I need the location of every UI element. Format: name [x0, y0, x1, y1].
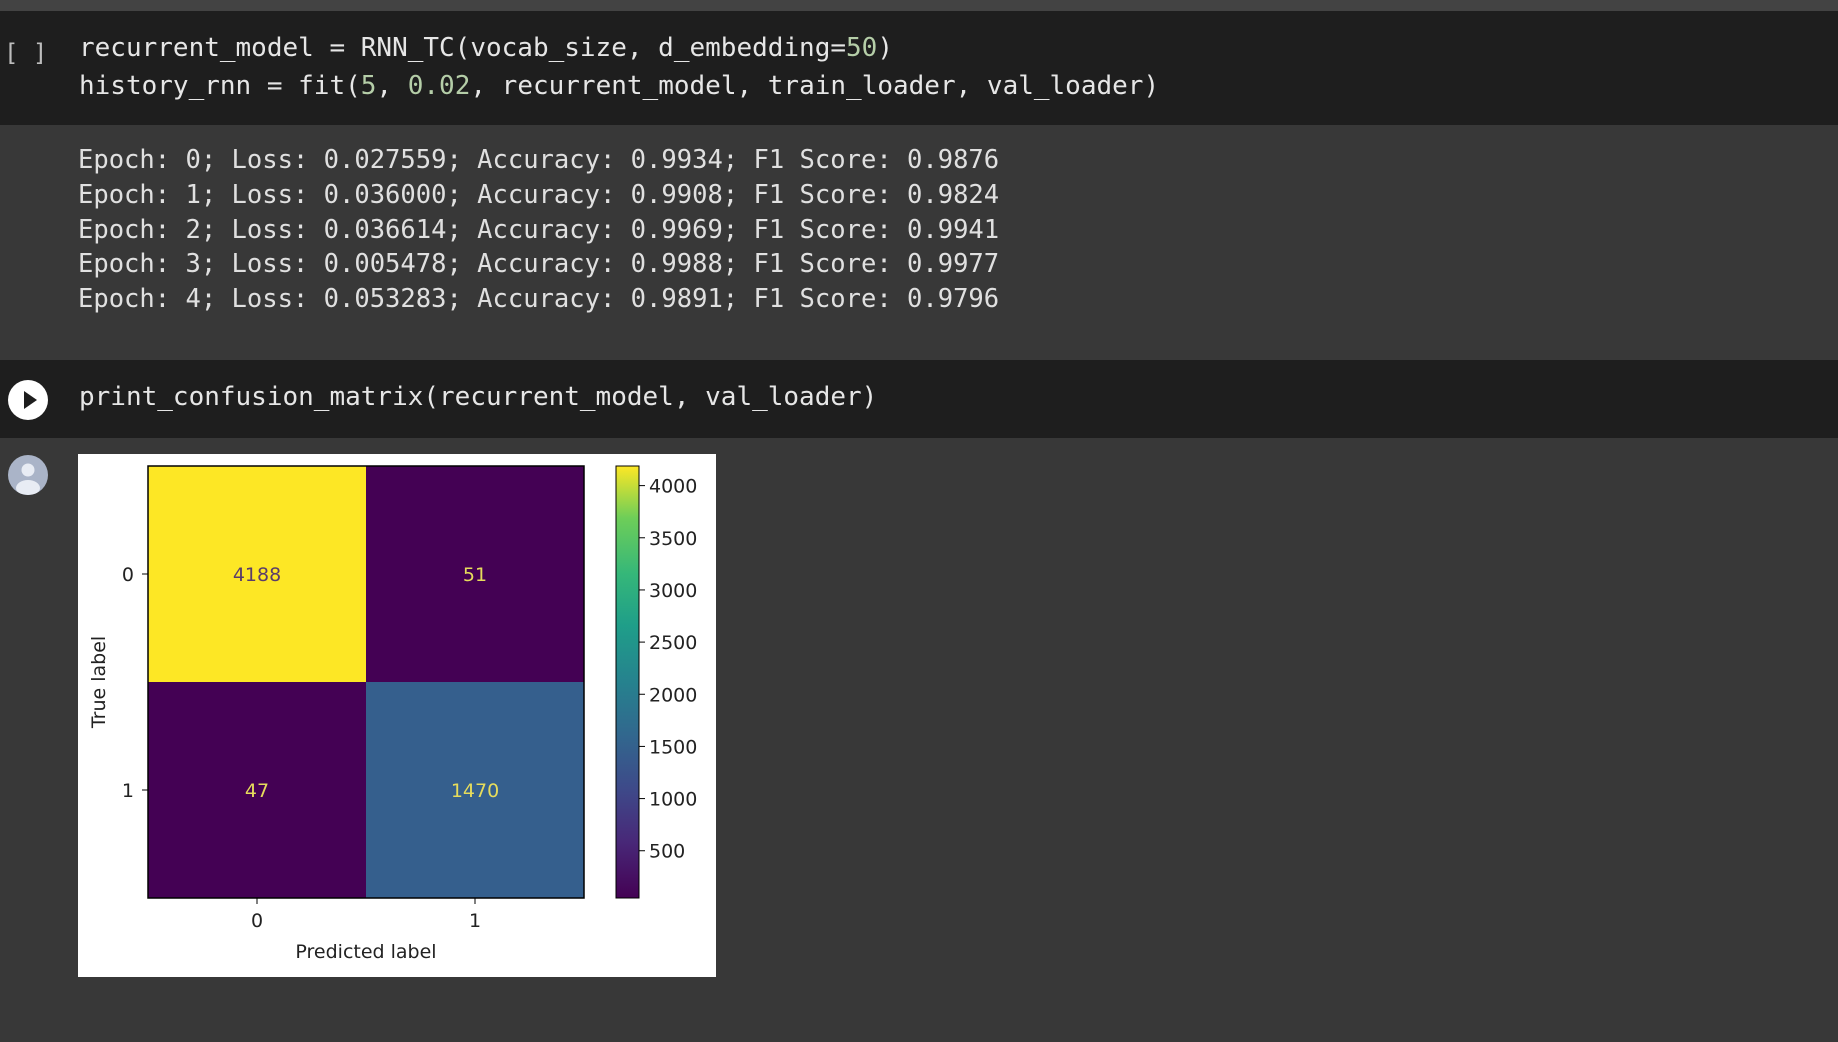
- colorbar: [615, 465, 640, 899]
- cell-value-label: 47: [245, 780, 269, 802]
- play-icon: [24, 391, 37, 409]
- code-line-2[interactable]: history_rnn = fit(5, 0.02, recurrent_mod…: [79, 71, 1159, 101]
- output-line: Epoch: 2; Loss: 0.036614; Accuracy: 0.99…: [78, 215, 1000, 245]
- code-cell-1[interactable]: [ ] recurrent_model = RNN_TC(vocab_size,…: [0, 11, 1838, 125]
- colorbar-tick-label: 2000: [649, 684, 697, 706]
- top-toolbar-strip: [0, 0, 1838, 11]
- code-line-1[interactable]: recurrent_model = RNN_TC(vocab_size, d_e…: [79, 33, 893, 63]
- run-cell-button[interactable]: [8, 380, 48, 420]
- output-line: Epoch: 0; Loss: 0.027559; Accuracy: 0.99…: [78, 145, 1000, 175]
- x-tick-label: 1: [469, 910, 481, 932]
- x-axis-label: Predicted label: [295, 941, 436, 963]
- output-line: Epoch: 1; Loss: 0.036000; Accuracy: 0.99…: [78, 180, 1000, 210]
- y-tick-label: 1: [122, 780, 134, 802]
- cell-value-label: 4188: [233, 564, 281, 586]
- cell-execution-count: [ ]: [4, 39, 48, 67]
- colorbar-tick-label: 1500: [649, 736, 697, 758]
- colorbar-tick-label: 3500: [649, 528, 697, 550]
- colorbar-tick-label: 500: [649, 841, 685, 863]
- output-line: Epoch: 3; Loss: 0.005478; Accuracy: 0.99…: [78, 249, 1000, 279]
- cell-value-label: 51: [463, 564, 487, 586]
- y-tick-label: 0: [122, 564, 134, 586]
- colorbar-tick-label: 4000: [649, 476, 697, 498]
- y-axis-label: True label: [88, 636, 110, 729]
- confusion-matrix-chart: 4188 51 47 1470 0 1 0 1 Predicted label True l…: [88, 465, 697, 963]
- cell-1-output: Epoch: 0; Loss: 0.027559; Accuracy: 0.99…: [0, 125, 1838, 360]
- x-tick-label: 0: [251, 910, 263, 932]
- code-cell-2[interactable]: print_confusion_matrix(recurrent_model, …: [0, 360, 1838, 438]
- colorbar-tick-label: 2500: [649, 632, 697, 654]
- colorbar-tick-label: 1000: [649, 789, 697, 811]
- output-line: Epoch: 4; Loss: 0.053283; Accuracy: 0.98…: [78, 284, 1000, 314]
- user-avatar-icon: [8, 455, 48, 495]
- confusion-matrix-figure: 4188 51 47 1470 0 1 0 1 Predicted label True l…: [78, 454, 716, 977]
- cell-value-label: 1470: [451, 780, 499, 802]
- code-line-1[interactable]: print_confusion_matrix(recurrent_model, …: [79, 382, 877, 412]
- colorbar-tick-label: 3000: [649, 580, 697, 602]
